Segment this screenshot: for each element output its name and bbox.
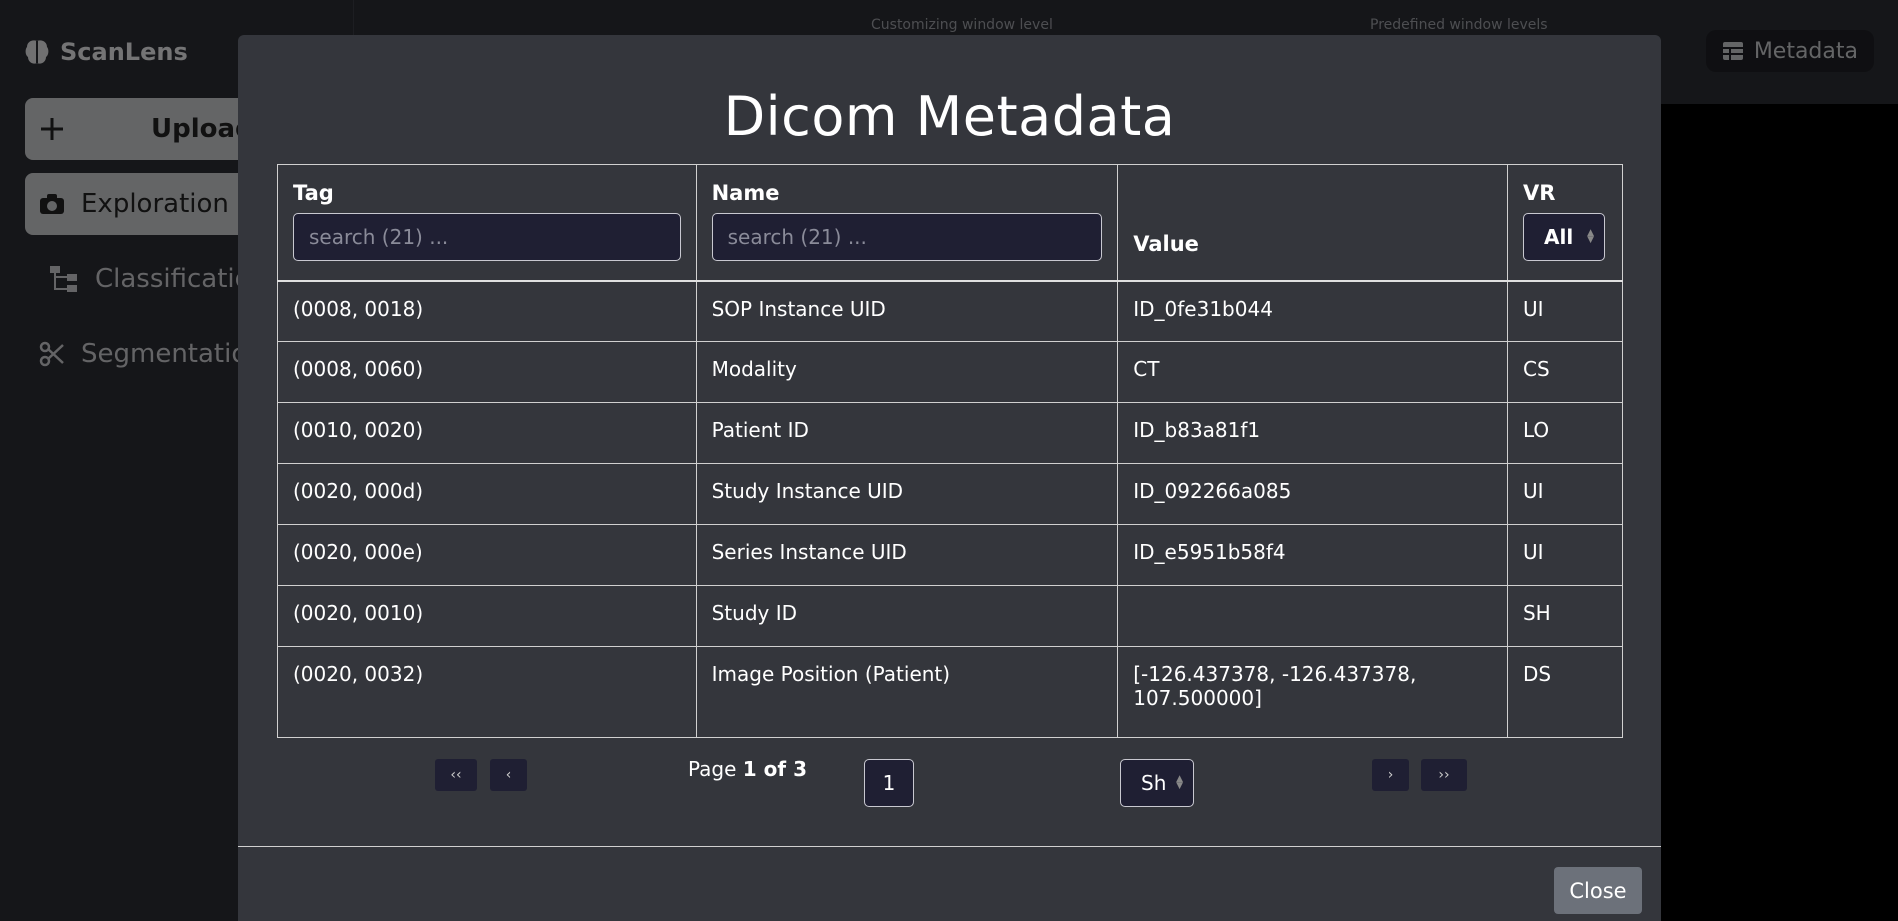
- vr-column-header: VR All ▲ ▼: [1506, 164, 1624, 281]
- vr-cell: LO: [1506, 402, 1624, 464]
- vr-cell: UI: [1506, 280, 1624, 342]
- tag-cell: (0008, 0060): [277, 341, 697, 403]
- prev-page-button[interactable]: ‹: [490, 759, 527, 791]
- name-cell: Study ID: [695, 585, 1119, 647]
- tag-search-input[interactable]: [293, 213, 681, 261]
- table-row: (0008, 0018) SOP Instance UID ID_0fe31b0…: [277, 280, 1624, 342]
- tag-header-label: Tag: [293, 181, 334, 205]
- modal-title: Dicom Metadata: [723, 85, 1176, 148]
- tag-column-header: Tag: [277, 164, 697, 281]
- tag-cell: (0008, 0018): [277, 280, 697, 342]
- vr-filter-value: All: [1543, 225, 1574, 249]
- value-cell: CT: [1117, 341, 1508, 403]
- tag-cell: (0020, 0010): [277, 585, 697, 647]
- name-cell: Patient ID: [695, 402, 1119, 464]
- tag-cell: (0020, 0032): [277, 646, 697, 738]
- name-column-header: Name: [695, 164, 1119, 281]
- vr-cell: DS: [1506, 646, 1624, 738]
- close-button[interactable]: Close: [1554, 867, 1642, 914]
- first-page-icon: ‹‹: [450, 767, 462, 783]
- first-page-button[interactable]: ‹‹: [435, 759, 477, 791]
- table-row: (0020, 000e) Series Instance UID ID_e595…: [277, 524, 1624, 586]
- vr-cell: CS: [1506, 341, 1624, 403]
- name-cell: Image Position (Patient): [695, 646, 1119, 738]
- metadata-table: Tag Name Value VR All ▲▼: [277, 164, 1624, 738]
- name-search-input[interactable]: [711, 213, 1103, 261]
- table-row: (0010, 0020) Patient ID ID_b83a81f1 LO: [277, 402, 1624, 464]
- table-row: (0020, 0032) Image Position (Patient) [-…: [277, 646, 1624, 738]
- modal-footer-divider: [238, 846, 1661, 847]
- page-prefix: Page: [688, 757, 737, 781]
- table-row: (0008, 0060) Modality CT CS: [277, 341, 1624, 403]
- value-cell: ID_e5951b58f4: [1117, 524, 1508, 586]
- table-header-row: Tag Name Value VR All ▲▼: [277, 164, 1624, 281]
- name-header-label: Name: [711, 181, 780, 205]
- prev-page-icon: ‹: [505, 767, 512, 783]
- tag-cell: (0020, 000e): [277, 524, 697, 586]
- name-cell: Study Instance UID: [695, 463, 1119, 525]
- page-number-value: 1: [882, 771, 896, 795]
- select-arrows-icon: ▲ ▼: [1587, 228, 1594, 245]
- next-page-button[interactable]: ›: [1372, 759, 1409, 791]
- table-row: (0020, 000d) Study Instance UID ID_09226…: [277, 463, 1624, 525]
- value-cell: ID_b83a81f1: [1117, 402, 1508, 464]
- page-number-input[interactable]: 1: [864, 759, 914, 807]
- vr-cell: SH: [1506, 585, 1624, 647]
- value-cell: ID_092266a085: [1117, 463, 1508, 525]
- last-page-button[interactable]: ››: [1421, 759, 1467, 791]
- table-row: (0020, 0010) Study ID SH: [277, 585, 1624, 647]
- select-arrows-icon: ▲ ▼: [1176, 774, 1183, 791]
- name-cell: Series Instance UID: [695, 524, 1119, 586]
- page-size-value: Sh: [1141, 771, 1167, 795]
- name-cell: Modality: [695, 341, 1119, 403]
- value-cell: [1117, 585, 1508, 647]
- last-page-icon: ››: [1438, 767, 1450, 783]
- page-size-select[interactable]: Sh ▲ ▼: [1120, 759, 1194, 807]
- next-page-icon: ›: [1387, 767, 1394, 783]
- value-cell: ID_0fe31b044: [1117, 280, 1508, 342]
- tag-cell: (0020, 000d): [277, 463, 697, 525]
- vr-cell: UI: [1506, 524, 1624, 586]
- value-column-header: Value: [1117, 164, 1508, 281]
- name-cell: SOP Instance UID: [695, 280, 1119, 342]
- metadata-modal: Dicom Metadata Tag Name Value VR All: [238, 35, 1661, 921]
- page-of-count: 1 of 3: [742, 757, 807, 781]
- vr-filter-select[interactable]: All ▲ ▼: [1522, 213, 1605, 261]
- vr-cell: UI: [1506, 463, 1624, 525]
- tag-cell: (0010, 0020): [277, 402, 697, 464]
- vr-header-label: VR: [1522, 181, 1556, 205]
- value-cell: [-126.437378, -126.437378, 107.500000]: [1117, 646, 1508, 738]
- page-indicator: Page 1 of 3: [688, 757, 807, 781]
- value-header-label: Value: [1133, 231, 1199, 256]
